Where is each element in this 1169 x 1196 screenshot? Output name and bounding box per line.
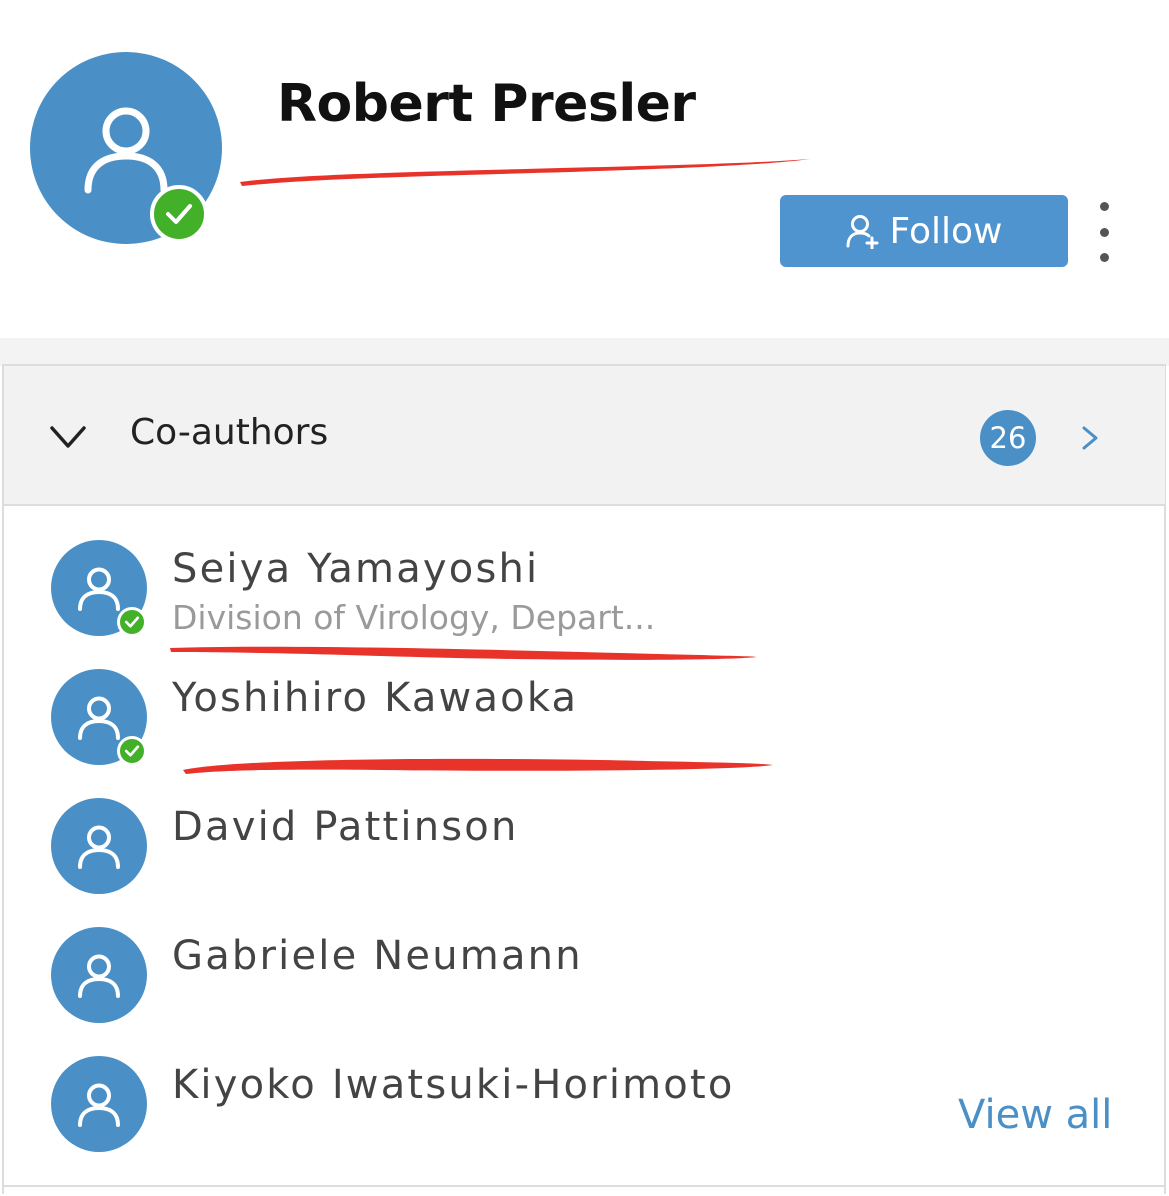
follow-label: Follow (889, 210, 1003, 252)
coauthor-avatar[interactable] (51, 1056, 147, 1152)
coauthor-avatar[interactable] (51, 798, 147, 894)
chevron-down-icon[interactable] (48, 418, 88, 454)
user-icon (84, 107, 168, 194)
user-icon (78, 954, 120, 998)
coauthors-title: Co-authors (130, 412, 329, 453)
verified-badge (150, 185, 208, 243)
check-icon (166, 204, 192, 224)
section-divider (0, 338, 1169, 366)
user-plus-icon (846, 215, 879, 249)
chevron-right-icon[interactable] (1078, 422, 1102, 454)
more-dot (1099, 227, 1109, 237)
more-dot (1099, 253, 1109, 262)
panel-bottom-border (4, 1185, 1165, 1187)
coauthor-avatar[interactable] (51, 927, 147, 1023)
coauthor-name[interactable]: Seiya Yamayoshi (172, 546, 539, 592)
follow-button[interactable]: Follow (780, 195, 1068, 267)
profile-name: Robert Presler (277, 74, 696, 134)
verified-badge (117, 607, 147, 637)
check-icon (124, 745, 140, 757)
coauthor-name[interactable]: Yoshihiro Kawaoka (172, 675, 578, 721)
more-options-button[interactable] (1090, 202, 1118, 262)
coauthor-name[interactable]: Kiyoko Iwatsuki-Horimoto (172, 1062, 735, 1108)
more-vertical-icon (1099, 202, 1109, 211)
user-icon (78, 825, 120, 869)
user-icon (78, 696, 120, 740)
view-all-link[interactable]: View all (958, 1092, 1112, 1138)
coauthor-name[interactable]: David Pattinson (172, 804, 519, 850)
user-icon (78, 1083, 120, 1127)
check-icon (124, 616, 140, 628)
coauthors-count-badge: 26 (980, 410, 1036, 466)
coauthor-name[interactable]: Gabriele Neumann (172, 933, 583, 979)
annotation-stroke (240, 159, 810, 186)
user-icon (78, 567, 120, 611)
verified-badge (117, 736, 147, 766)
coauthor-affiliation: Division of Virology, Depart... (172, 598, 656, 637)
